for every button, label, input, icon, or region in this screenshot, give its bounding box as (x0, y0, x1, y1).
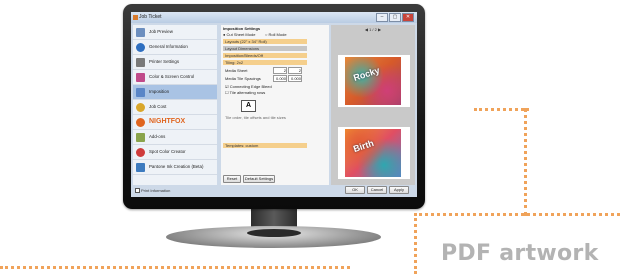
sidebar-item-job-cost[interactable]: Job Cost (133, 100, 217, 115)
radio-cut-sheet-label: Cut Sheet Mode (226, 32, 256, 37)
section-templates[interactable]: Templates: custom (223, 143, 307, 148)
media-sheet-label: Media Sheet (225, 68, 248, 73)
print-information-label: Print Information (141, 188, 171, 193)
panel-heading: Imposition Settings (223, 26, 261, 31)
spacing-a-input[interactable]: 0.000 (273, 75, 287, 82)
ink-icon (136, 162, 145, 172)
sidebar-item-general-information[interactable]: General Information (133, 40, 217, 55)
minimize-button[interactable]: – (376, 13, 388, 22)
window-title: Job Ticket (139, 14, 162, 20)
print-information-toggle[interactable]: Print Information (135, 188, 171, 194)
sidebar-item-label: Job Cost (149, 104, 167, 109)
sidebar-item-pantone-ink-creation[interactable]: Pantone Ink Creation (Beta) (133, 160, 217, 175)
puzzle-icon (136, 132, 145, 142)
sidebar-item-label: Color & Screen Control (149, 74, 195, 79)
tile-alternate-checkbox[interactable]: ☐ Tile alternating rows (225, 90, 265, 95)
section-imposition-bleeds-label: Imposition/Bleeds/Off (225, 53, 263, 58)
section-layouts-label: Layouts (22" x 34" Roll) (225, 39, 267, 44)
section-tiling[interactable]: Tiling: 2x2 (223, 60, 307, 65)
dotted-line-callout-side (414, 213, 417, 274)
tile-alternate-label: Tile alternating rows (229, 90, 266, 95)
sidebar-item-spot-color-creator[interactable]: Spot Color Creator (133, 145, 217, 160)
preview-pager[interactable]: ◀ 1 / 2 ▶ (331, 27, 415, 32)
radio-roll-mode[interactable]: ○ Roll Mode (265, 32, 287, 37)
sidebar: Job Preview General Information Printer … (133, 25, 217, 185)
coins-icon (136, 102, 145, 112)
radio-cut-sheet[interactable]: ● Cut Sheet Mode (223, 32, 255, 37)
sidebar-item-job-preview[interactable]: Job Preview (133, 25, 217, 40)
sidebar-item-label: Job Preview (149, 29, 173, 34)
ok-button[interactable]: OK (345, 186, 365, 194)
monitor-base-socket (247, 229, 301, 237)
reset-button[interactable]: Reset (223, 175, 241, 183)
artwork-tile-1: Rocky (345, 57, 401, 105)
default-settings-button[interactable]: Default Settings (243, 175, 275, 183)
artwork-tile-2-text: Birth (351, 138, 376, 154)
sidebar-item-label: General Information (149, 44, 188, 49)
document-icon (136, 27, 145, 37)
print-information-checkbox[interactable] (135, 188, 140, 194)
screen: Job Ticket – ▢ ✕ Job Preview General Inf… (131, 12, 417, 197)
sidebar-item-label: Spot Color Creator (149, 149, 186, 154)
section-imposition-bleeds[interactable]: Imposition/Bleeds/Off (223, 53, 307, 58)
dotted-line-left (0, 266, 350, 269)
window-titlebar: Job Ticket – ▢ ✕ (131, 12, 417, 23)
dotted-line-connector (474, 108, 529, 111)
apply-button[interactable]: Apply (389, 186, 409, 194)
sidebar-item-imposition[interactable]: Imposition (133, 85, 217, 100)
section-templates-label: Templates: custom (225, 143, 259, 148)
imposition-panel: Imposition Settings ● Cut Sheet Mode ○ R… (221, 25, 329, 185)
spot-color-icon (136, 147, 145, 157)
spacing-b-input[interactable]: 0.000 (288, 75, 302, 82)
section-layout-dimensions[interactable]: Layout Dimensions (223, 46, 307, 51)
app-icon (133, 15, 138, 20)
connect-edge-label: Connecting Edge Bleed (229, 84, 272, 89)
nightfox-logo-icon (136, 117, 145, 127)
dotted-line-vertical (524, 108, 527, 216)
callout-label: PDF artwork (441, 241, 599, 266)
sidebar-item-label: Pantone Ink Creation (Beta) (149, 164, 204, 169)
section-layouts[interactable]: Layouts (22" x 34" Roll) (223, 39, 307, 44)
sidebar-item-label: Imposition (149, 89, 170, 94)
tile-note: Tile order, tile offsets and tile sizes (225, 115, 286, 120)
section-layout-dimensions-label: Layout Dimensions (225, 46, 260, 51)
sidebar-item-label: Printer Settings (149, 59, 180, 64)
artwork-tile-2: Birth (345, 129, 401, 177)
info-icon (136, 42, 145, 52)
connect-edge-checkbox[interactable]: ☑ Connecting Edge Bleed (225, 84, 272, 89)
sidebar-item-label: Add-ons (149, 134, 166, 139)
maximize-button[interactable]: ▢ (389, 13, 401, 22)
radio-roll-mode-label: Roll Mode (268, 32, 287, 37)
section-tiling-label: Tiling: 2x2 (225, 60, 244, 65)
layout-icon (136, 87, 145, 97)
monitor: Job Ticket – ▢ ✕ Job Preview General Inf… (123, 4, 425, 209)
media-sheet-b-input[interactable]: 2 (288, 67, 302, 74)
sidebar-item-add-ons[interactable]: Add-ons (133, 130, 217, 145)
artwork-tile-1-text: Rocky (352, 65, 381, 83)
layout-preview: ◀ 1 / 2 ▶ Rocky Birth (331, 25, 415, 185)
sidebar-item-color-screen-control[interactable]: Color & Screen Control (133, 70, 217, 85)
media-spacing-label: Media Tile Spacings (225, 76, 261, 81)
sidebar-item-printer-settings[interactable]: Printer Settings (133, 55, 217, 70)
orientation-preview-icon: A (241, 100, 256, 112)
cancel-button[interactable]: Cancel (367, 186, 387, 194)
media-sheet-a-input[interactable]: 2 (273, 67, 287, 74)
close-button[interactable]: ✕ (402, 13, 414, 22)
sidebar-item-label: NIGHTFOX (149, 118, 186, 125)
window-controls: – ▢ ✕ (376, 13, 414, 22)
dotted-line-callout-top (414, 213, 620, 216)
printer-icon (136, 57, 145, 67)
sidebar-item-nightfox[interactable]: NIGHTFOX (133, 115, 217, 130)
color-icon (136, 72, 145, 82)
